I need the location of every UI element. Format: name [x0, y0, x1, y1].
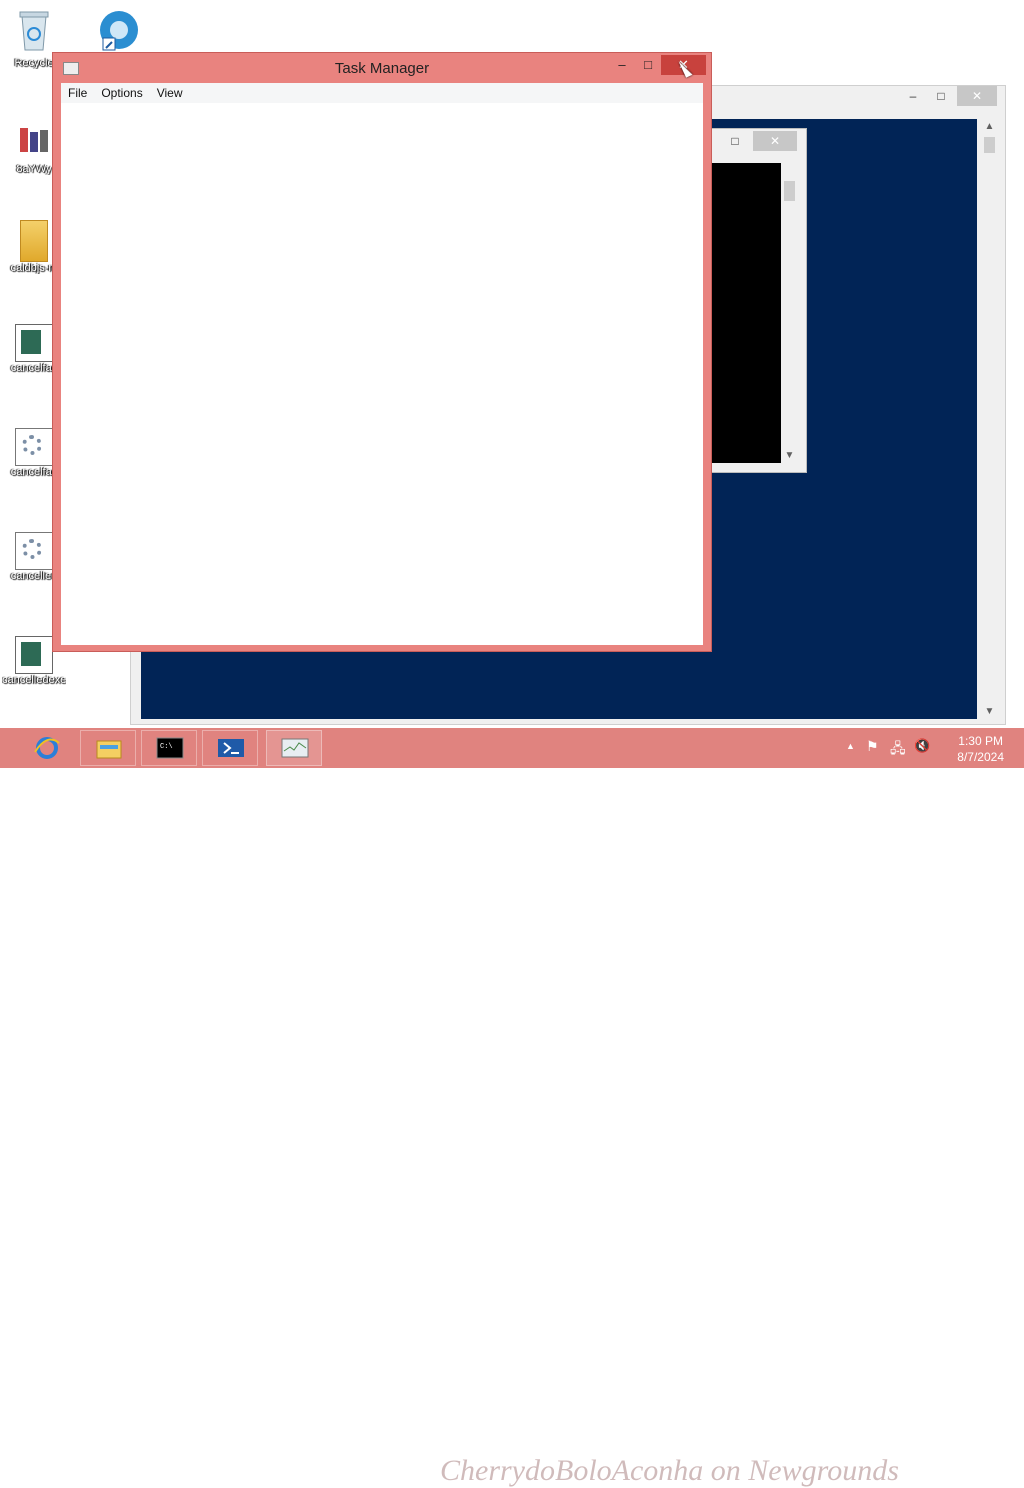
task-manager-icon: [281, 738, 309, 758]
internet-explorer-icon: [34, 737, 60, 759]
powershell-icon: [218, 739, 244, 757]
menu-options[interactable]: Options: [94, 86, 149, 100]
vertical-scrollbar[interactable]: ▲ ▼: [981, 119, 998, 719]
task-manager-window[interactable]: Task Manager – □ ✕ File Options View: [52, 52, 712, 652]
document-icon: [15, 636, 53, 674]
maximize-button[interactable]: □: [723, 131, 747, 151]
menu-file[interactable]: File: [61, 86, 94, 100]
show-hidden-icons-chevron-icon[interactable]: ▲: [846, 741, 855, 751]
menu-view[interactable]: View: [150, 86, 190, 100]
desktop-icon-browser[interactable]: [86, 8, 150, 57]
clock-time: 1:30 PM: [958, 734, 1003, 748]
close-button[interactable]: ✕: [753, 131, 797, 151]
browser-shortcut-icon: [86, 8, 150, 57]
desktop-icon-label: cancelledexe: [2, 674, 66, 686]
task-manager-content: File Options View: [61, 83, 703, 645]
action-center-flag-icon[interactable]: ⚑: [866, 738, 879, 755]
taskbar-clock[interactable]: 1:30 PM 8/7/2024: [957, 733, 1004, 765]
taskbar: C:\ CherrydoBoloAconha on Newgrounds ▲ ⚑…: [0, 728, 1024, 1487]
maximize-button[interactable]: □: [925, 86, 957, 106]
command-prompt-icon: C:\: [156, 737, 184, 759]
menu-bar: File Options View: [61, 83, 703, 103]
vertical-scrollbar[interactable]: ▼: [781, 163, 798, 463]
task-manager-titlebar[interactable]: Task Manager – □ ✕: [53, 53, 711, 83]
settings-file-icon: [15, 428, 53, 466]
taskbar-file-explorer[interactable]: [80, 730, 136, 766]
taskbar-internet-explorer[interactable]: [18, 730, 74, 766]
settings-file-icon: [15, 532, 53, 570]
watermark-text: CherrydoBoloAconha on Newgrounds: [440, 1454, 899, 1487]
svg-text:C:\: C:\: [160, 743, 173, 751]
recycle-bin-icon: [2, 8, 66, 57]
taskbar-command-prompt[interactable]: C:\: [141, 730, 197, 766]
command-prompt-console[interactable]: [711, 163, 781, 463]
scroll-down-arrow-icon[interactable]: ▼: [981, 706, 998, 717]
folder-zip-icon: [20, 220, 48, 262]
close-button[interactable]: ✕: [957, 86, 997, 106]
taskbar-powershell[interactable]: [202, 730, 258, 766]
system-tray: ▲ ⚑ 🖧 🔇: [840, 728, 940, 768]
scroll-down-arrow-icon[interactable]: ▼: [781, 450, 798, 461]
document-icon: [15, 324, 53, 362]
network-icon[interactable]: 🖧: [890, 738, 906, 762]
taskbar-task-manager[interactable]: [266, 730, 322, 766]
volume-muted-icon[interactable]: 🔇: [914, 738, 930, 754]
scroll-up-arrow-icon[interactable]: ▲: [981, 121, 998, 132]
maximize-button[interactable]: □: [633, 55, 663, 75]
file-explorer-icon: [96, 740, 122, 759]
scrollbar-thumb[interactable]: [784, 181, 795, 201]
clock-date: 8/7/2024: [957, 750, 1004, 764]
command-prompt-window[interactable]: □ ✕ ▼: [700, 128, 807, 473]
scrollbar-thumb[interactable]: [984, 137, 995, 153]
